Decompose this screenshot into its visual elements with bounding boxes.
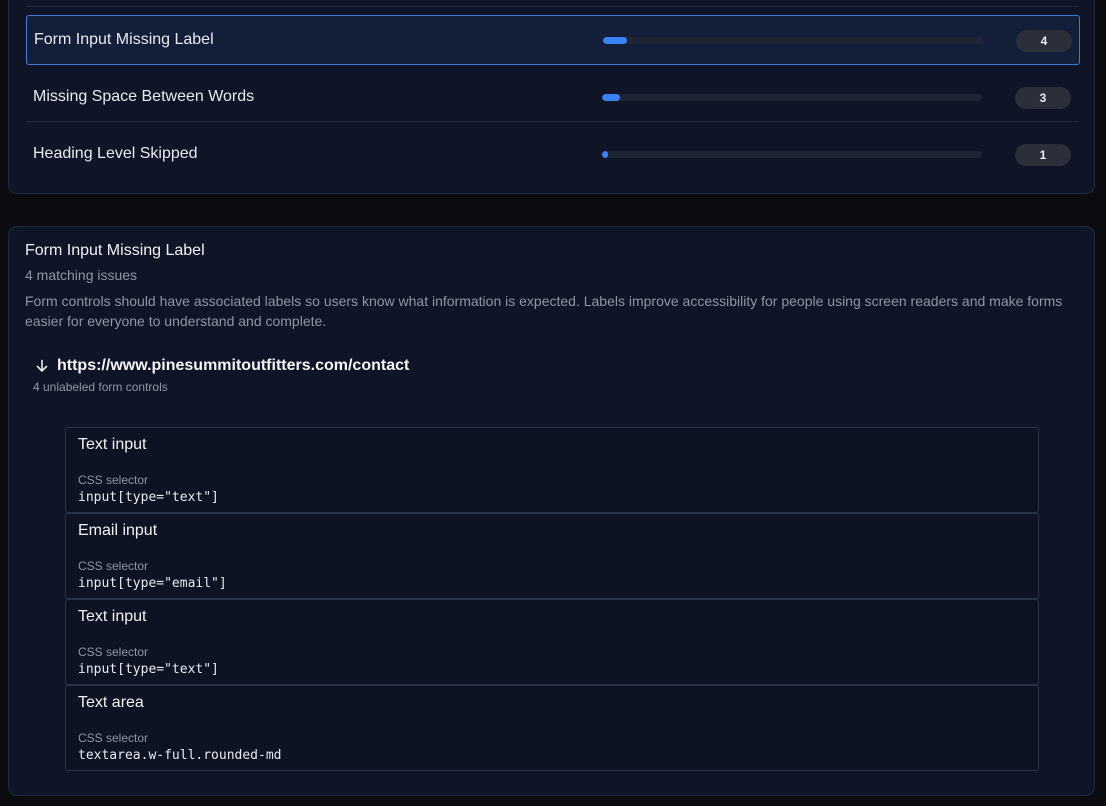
- css-selector-value: input[type="text"]: [78, 662, 219, 677]
- issue-progress-fill: [602, 151, 609, 158]
- control-type: Text input: [78, 608, 147, 625]
- issue-types-panel: Form Input Missing Label 4 Missing Space…: [8, 0, 1095, 194]
- issue-progress-fill: [603, 37, 627, 44]
- form-control-card: Text input CSS selector input[type="text…: [65, 427, 1039, 513]
- css-selector-value: textarea.w-full.rounded-md: [78, 748, 282, 763]
- css-selector-value: input[type="email"]: [78, 576, 227, 591]
- unlabeled-controls-count: 4 unlabeled form controls: [33, 380, 168, 394]
- form-control-card: Text input CSS selector input[type="text…: [65, 599, 1039, 685]
- issue-row-form-input-missing-label[interactable]: Form Input Missing Label 4: [26, 15, 1080, 65]
- css-selector-label: CSS selector: [78, 473, 149, 487]
- issue-name: Heading Level Skipped: [33, 145, 198, 162]
- row-divider: [27, 121, 1079, 122]
- issue-progress-bar: [602, 94, 982, 101]
- arrow-down-icon[interactable]: [35, 359, 49, 373]
- control-type: Text input: [78, 436, 147, 453]
- row-divider: [27, 6, 1079, 7]
- control-type: Email input: [78, 522, 158, 539]
- issue-row-missing-space-between-words[interactable]: Missing Space Between Words 3: [26, 73, 1080, 123]
- issue-count-badge: 4: [1016, 30, 1072, 52]
- issue-row-heading-level-skipped[interactable]: Heading Level Skipped 1: [26, 130, 1080, 180]
- css-selector-label: CSS selector: [78, 559, 149, 573]
- issue-detail-panel: Form Input Missing Label 4 matching issu…: [8, 226, 1095, 796]
- issue-description: Form controls should have associated lab…: [25, 293, 1063, 329]
- css-selector-value: input[type="text"]: [78, 490, 219, 505]
- css-selector-label: CSS selector: [78, 731, 149, 745]
- css-selector-label: CSS selector: [78, 645, 149, 659]
- control-type: Text area: [78, 694, 144, 711]
- issue-progress-fill: [602, 94, 620, 101]
- page-url-link[interactable]: https://www.pinesummitoutfitters.com/con…: [57, 357, 409, 375]
- issue-name: Form Input Missing Label: [34, 31, 214, 48]
- form-control-card: Text area CSS selector textarea.w-full.r…: [65, 685, 1039, 771]
- form-control-card: Email input CSS selector input[type="ema…: [65, 513, 1039, 599]
- issue-progress-bar: [603, 37, 983, 44]
- detail-title: Form Input Missing Label: [25, 242, 205, 259]
- issue-progress-bar: [602, 151, 982, 158]
- issue-name: Missing Space Between Words: [33, 88, 255, 105]
- issue-count-badge: 1: [1015, 144, 1071, 166]
- matching-issues-count: 4 matching issues: [25, 267, 138, 283]
- issue-count-badge: 3: [1015, 87, 1071, 109]
